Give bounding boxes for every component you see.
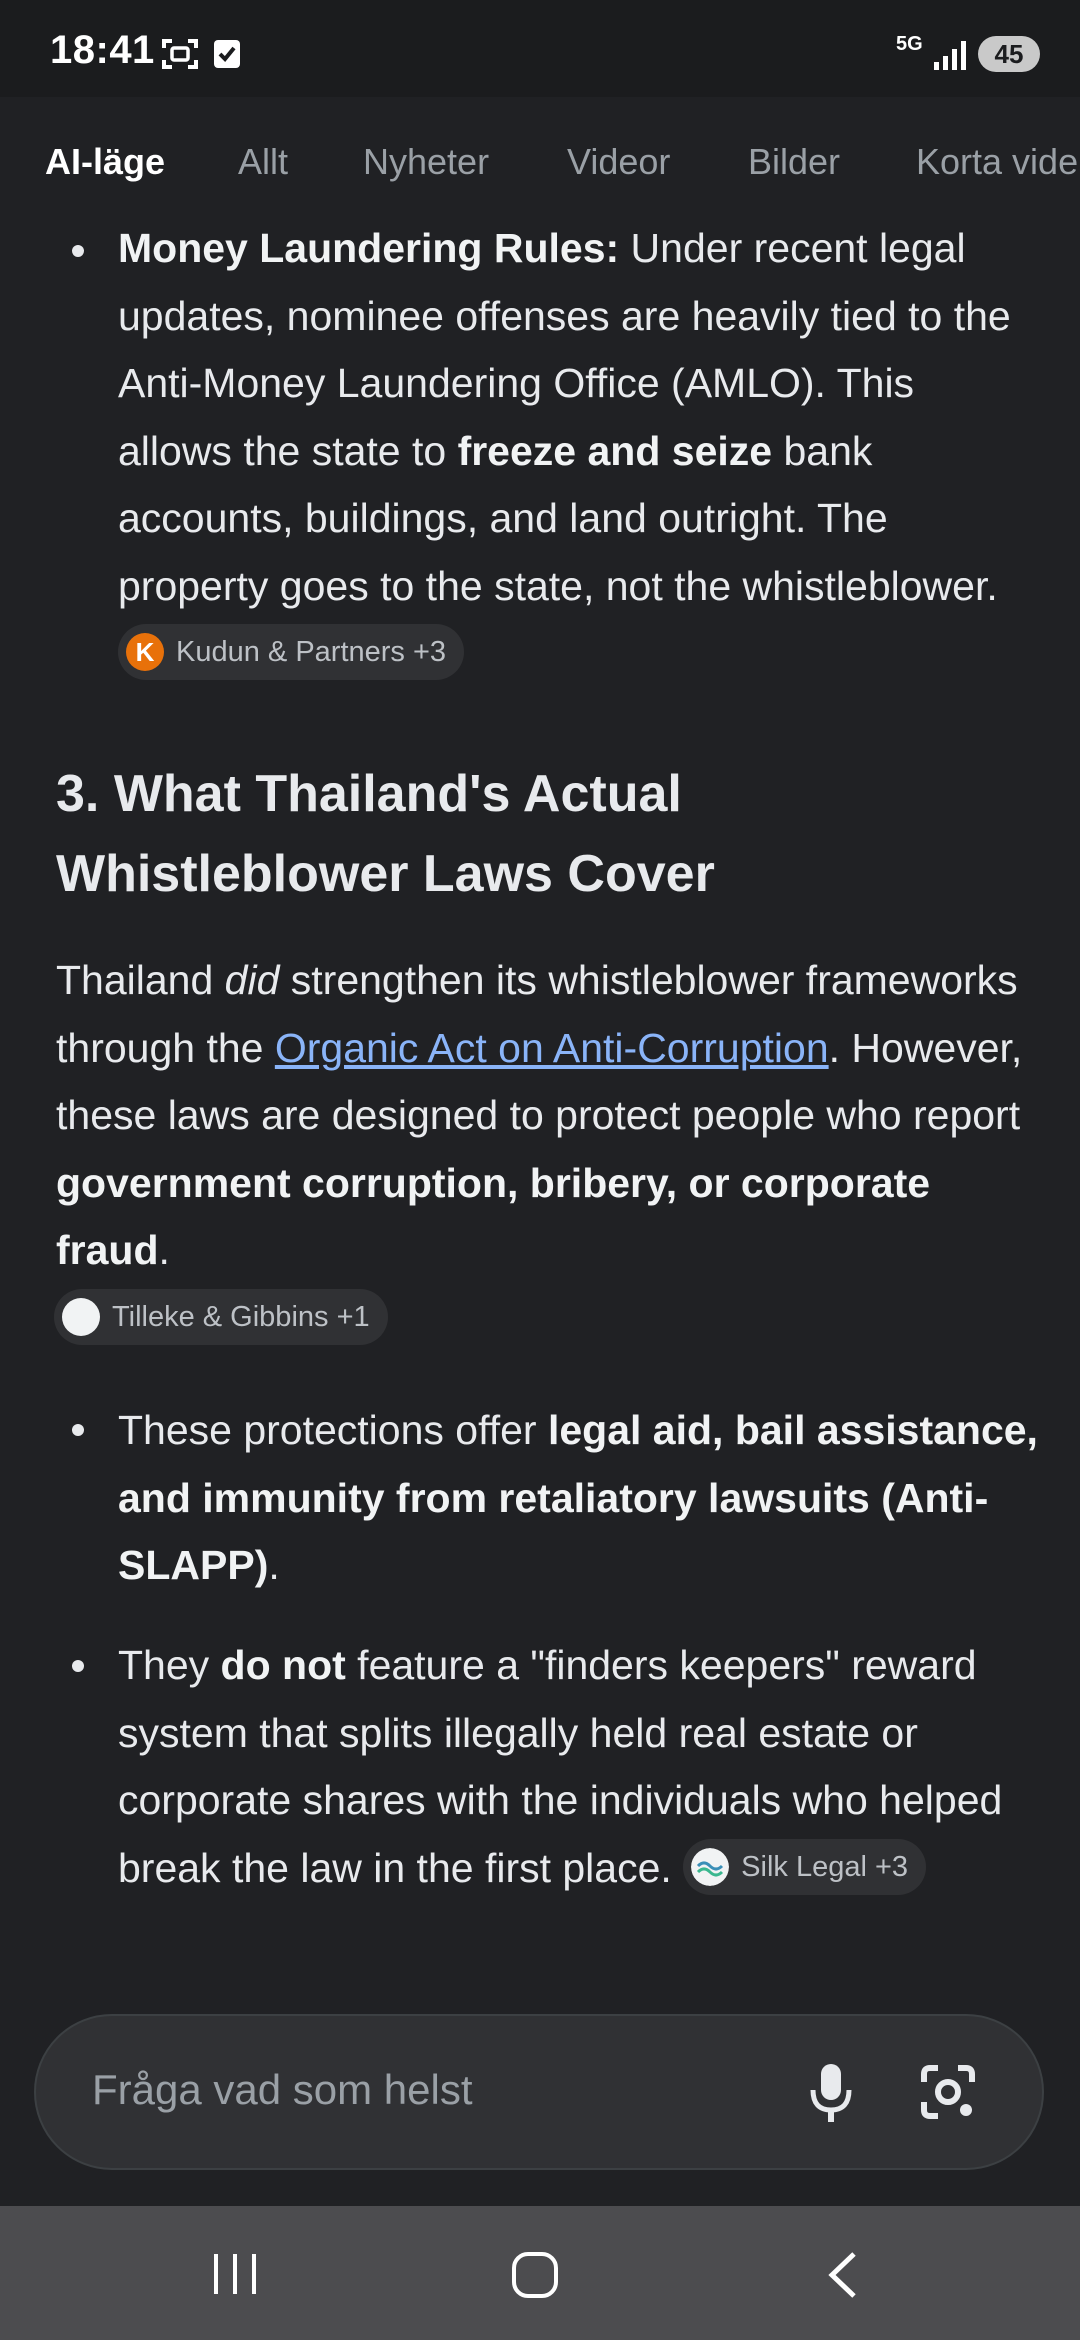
tab-ai-mode[interactable]: AI-läge [45, 141, 165, 183]
signal-icon [934, 41, 966, 70]
screenshot-icon [162, 39, 198, 69]
search-input[interactable]: Fråga vad som helst [34, 2014, 1044, 2170]
organic-act-link[interactable]: Organic Act on Anti-Corruption [275, 1025, 829, 1071]
paragraph-whistleblower-laws: Thailand did strengthen its whistleblowe… [54, 947, 1046, 1352]
bullet-dot [72, 245, 84, 257]
mic-icon[interactable] [806, 2060, 856, 2126]
tab-news[interactable]: Nyheter [363, 141, 489, 183]
section-heading: 3. What Thailand's Actual Whistleblower … [56, 765, 715, 903]
tab-images[interactable]: Bilder [748, 141, 840, 183]
back-icon[interactable] [824, 2250, 860, 2300]
silk-logo-icon [691, 1847, 730, 1886]
search-placeholder: Fråga vad som helst [92, 2066, 473, 2113]
tilleke-logo-icon [62, 1297, 100, 1336]
network-type: 5G [896, 33, 923, 55]
check-icon [214, 40, 240, 68]
bullet-title: Money Laundering Rules: [118, 225, 620, 271]
tab-videos[interactable]: Videor [567, 141, 670, 183]
system-navigation-bar [0, 2206, 1080, 2340]
battery-indicator: 45 [978, 36, 1040, 72]
bullet-dot [72, 1424, 84, 1436]
status-bar: 18:41 5G 45 [0, 0, 1080, 97]
list-item-protections: These protections offer legal aid, bail … [118, 1407, 1038, 1588]
search-tabs: AI-läge Allt Nyheter Videor Bilder Korta… [0, 97, 1080, 227]
source-chip-silk[interactable]: Silk Legal +3 [683, 1838, 927, 1895]
source-chip-tilleke[interactable]: Tilleke & Gibbins +1 [54, 1288, 388, 1345]
tab-short-videos[interactable]: Korta vide [916, 141, 1078, 183]
tab-all[interactable]: Allt [238, 141, 288, 183]
list-item-no-reward: They do not feature a "finders keepers" … [118, 1632, 1038, 1902]
lens-icon[interactable] [916, 2060, 980, 2124]
status-time: 18:41 [50, 28, 155, 72]
source-chip-kudun[interactable]: K Kudun & Partners +3 [118, 624, 465, 681]
recent-apps-icon[interactable] [210, 2252, 260, 2296]
kudun-logo-icon: K [126, 633, 164, 672]
bullet-dot [72, 1660, 84, 1672]
home-icon[interactable] [510, 2250, 560, 2300]
list-item-money-laundering: Money Laundering Rules: Under recent leg… [118, 215, 1038, 688]
